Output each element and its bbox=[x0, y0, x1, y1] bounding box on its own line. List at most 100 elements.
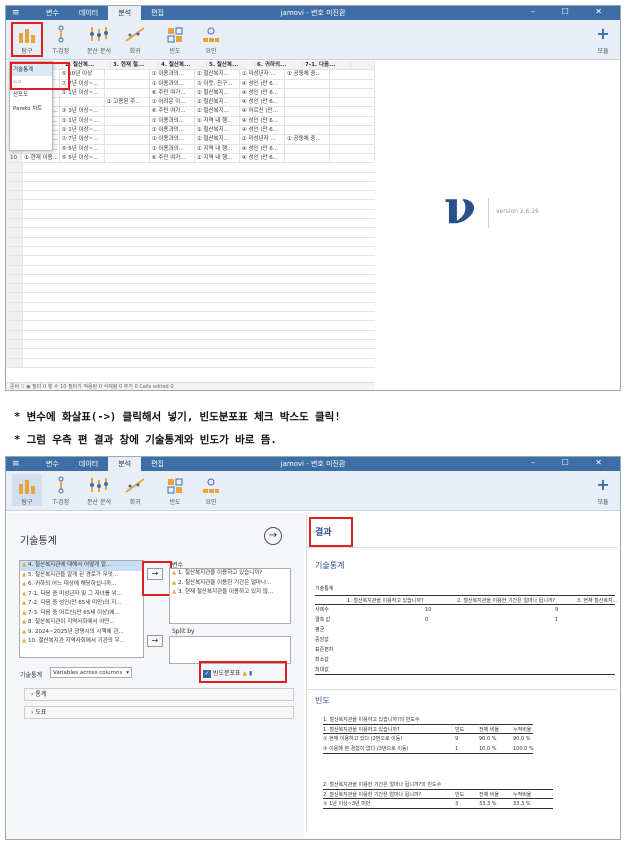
frequencies-button[interactable]: 빈도 bbox=[160, 474, 190, 506]
table-cell[interactable] bbox=[285, 98, 330, 107]
table-cell[interactable] bbox=[105, 126, 150, 135]
empty-row[interactable] bbox=[6, 265, 375, 275]
frequencies-button[interactable]: 빈도 bbox=[160, 23, 190, 55]
empty-row[interactable] bbox=[6, 246, 375, 257]
table-cell[interactable] bbox=[60, 98, 105, 107]
empty-row[interactable] bbox=[6, 358, 375, 368]
table-cell[interactable]: ③ 이웃, 친구... bbox=[195, 79, 240, 88]
empty-row[interactable] bbox=[6, 172, 375, 182]
source-variable-item[interactable]: ▲ 7-3. 다음 중 어르신(만 65세 이상)에... bbox=[20, 609, 143, 619]
source-variable-item[interactable]: ▲ 8. 철산복지관이 지역사회에서 어떤... bbox=[20, 618, 143, 628]
empty-row[interactable] bbox=[6, 256, 375, 266]
table-cell[interactable]: ① 공동체 중... bbox=[285, 70, 330, 79]
table-row[interactable]: 7① 현재 이용...① 1년 이상~...① 이용과의...② 철산복지...… bbox=[6, 126, 375, 136]
table-cell[interactable] bbox=[330, 144, 375, 153]
table-cell[interactable]: ① 이용과의... bbox=[150, 135, 195, 144]
table-cell[interactable]: ② 철산복지... bbox=[195, 70, 240, 79]
column-header[interactable]: 3. 현재 철... bbox=[111, 61, 159, 70]
ttest-button[interactable]: T-검정 bbox=[46, 23, 76, 55]
table-cell[interactable] bbox=[105, 107, 150, 116]
empty-row[interactable] bbox=[6, 181, 375, 192]
explore-button[interactable]: 탐구 bbox=[12, 474, 42, 506]
column-header[interactable]: 7-1. 다음... bbox=[303, 61, 351, 70]
factor-button[interactable]: 요인 bbox=[196, 23, 226, 55]
spreadsheet[interactable]: 2. 철산복... 3. 현재 철... 4. 철산복... 5. 철산복...… bbox=[6, 61, 375, 368]
empty-row[interactable] bbox=[6, 219, 375, 229]
column-header[interactable] bbox=[351, 61, 375, 70]
table-cell[interactable] bbox=[330, 116, 375, 126]
table-cell[interactable]: ① 이용과의... bbox=[150, 79, 195, 88]
column-header[interactable]: 6. 귀하의... bbox=[255, 61, 303, 70]
table-cell[interactable]: ④ 어르신 (만... bbox=[240, 107, 285, 116]
table-cell[interactable] bbox=[105, 135, 150, 144]
table-cell[interactable]: ⑥ 주민 여가... bbox=[150, 88, 195, 98]
target-variable-item[interactable]: ▲ 2. 철산복지관을 이용한 기간은 얼마나... bbox=[170, 579, 290, 589]
modules-button[interactable]: + 모듈 bbox=[588, 474, 618, 506]
empty-row[interactable] bbox=[6, 228, 375, 238]
table-cell[interactable]: ① 지역 내 행... bbox=[195, 153, 240, 163]
table-cell[interactable]: ④ 성인 (만 6... bbox=[240, 79, 285, 88]
target-variable-item[interactable]: ▲ 3. 현재 철산복지관을 이용하고 있지 않... bbox=[170, 588, 290, 598]
table-cell[interactable]: ④ 성인 (만 6... bbox=[240, 153, 285, 163]
table-cell[interactable]: ⑥ 주민 여가... bbox=[150, 107, 195, 116]
statistics-section[interactable]: › 통계 bbox=[24, 688, 294, 701]
table-cell[interactable]: ④ 성인 (만 6... bbox=[240, 126, 285, 135]
table-cell[interactable] bbox=[330, 70, 375, 79]
table-row[interactable]: 3① 1년 이상~...⑥ 주민 여가...② 철산복지...④ 성인 (만 6… bbox=[6, 88, 375, 99]
splitby-list[interactable] bbox=[169, 636, 291, 664]
anova-button[interactable]: 분산 분석 bbox=[84, 474, 114, 506]
table-cell[interactable]: ① 1년 이상~... bbox=[60, 88, 105, 98]
window-controls[interactable]: – ☐ ✕ bbox=[531, 7, 614, 16]
empty-row[interactable] bbox=[6, 339, 375, 350]
anova-button[interactable]: 분산 분석 bbox=[84, 23, 114, 55]
ttest-button[interactable]: T-검정 bbox=[46, 474, 76, 506]
table-row[interactable]: 5① 현재 이용...③ 3년 이상~...⑥ 주민 여가...② 철산복지..… bbox=[6, 107, 375, 117]
empty-row[interactable] bbox=[6, 209, 375, 220]
table-cell[interactable] bbox=[105, 153, 150, 163]
empty-row[interactable] bbox=[6, 274, 375, 285]
table-cell[interactable]: ③ 3년 이상~... bbox=[60, 107, 105, 116]
table-row[interactable]: 4① 고용된 주...① 어려운 이...① 철산복지...④ 성인 (만 6.… bbox=[6, 98, 375, 108]
menu-item-pareto[interactable]: Pareto 차트 bbox=[10, 101, 52, 115]
table-cell[interactable]: ② 철산복지... bbox=[195, 135, 240, 144]
table-cell[interactable] bbox=[330, 126, 375, 135]
table-cell[interactable]: ④ 성인 (만 6... bbox=[240, 116, 285, 126]
table-cell[interactable]: ① 1년 이상~... bbox=[60, 126, 105, 135]
table-cell[interactable]: ④ 성인 (만 6... bbox=[240, 88, 285, 98]
target-variable-item[interactable]: ▲ 1. 철산복지관을 이용하고 있습니까? bbox=[170, 569, 290, 579]
empty-row[interactable] bbox=[6, 293, 375, 303]
source-variable-item[interactable]: ▲ 10. 철산복지관 지역사회에서 기관의 우... bbox=[20, 637, 143, 647]
table-cell[interactable]: ① 이용과의... bbox=[150, 70, 195, 79]
source-variable-item[interactable]: ▲ 5. 철산복지관을 알게 된 경로가 무엇... bbox=[20, 571, 143, 581]
table-cell[interactable]: ① 공동체 중... bbox=[285, 135, 330, 144]
window-controls[interactable]: – ☐ ✕ bbox=[531, 458, 614, 467]
source-variable-item[interactable]: ▲ 7-2. 다음 중 성인(만 65세 미만)의 지... bbox=[20, 599, 143, 609]
table-cell[interactable] bbox=[330, 79, 375, 88]
table-cell[interactable]: ① 이용과의... bbox=[150, 116, 195, 126]
table-cell[interactable]: ① 이용과의... bbox=[150, 144, 195, 153]
table-row[interactable]: 9① 현재 이용...⑤ 5년 이상~...① 이용과의...① 지역 내 행.… bbox=[6, 144, 375, 154]
table-cell[interactable] bbox=[330, 88, 375, 98]
table-cell[interactable]: ① 현재 이용... bbox=[22, 153, 60, 163]
table-cell[interactable] bbox=[285, 116, 330, 126]
table-cell[interactable]: ① 미성년자 ... bbox=[240, 70, 285, 79]
table-cell[interactable]: ① 철산복지... bbox=[195, 98, 240, 107]
empty-row[interactable] bbox=[6, 312, 375, 322]
table-cell[interactable]: ④ 성인 (만 6... bbox=[240, 144, 285, 153]
empty-row[interactable] bbox=[6, 302, 375, 313]
table-cell[interactable] bbox=[285, 107, 330, 116]
table-cell[interactable] bbox=[105, 79, 150, 88]
table-cell[interactable] bbox=[330, 98, 375, 107]
table-cell[interactable]: ④ 성인 (만 6... bbox=[240, 98, 285, 107]
source-variables-list[interactable]: ▲ 4. 철산복지관에 대해서 어떻게 알... ▲ 5. 철산복지관을 알게 된… bbox=[19, 560, 144, 658]
table-cell[interactable]: ⑦ 7년 이상~... bbox=[60, 135, 105, 144]
back-arrow-icon[interactable]: → bbox=[264, 527, 282, 545]
empty-row[interactable] bbox=[6, 191, 375, 201]
table-cell[interactable]: ① 어려운 이... bbox=[150, 98, 195, 107]
table-cell[interactable] bbox=[285, 79, 330, 88]
modules-button[interactable]: + 모듈 bbox=[588, 23, 618, 55]
descriptives-select[interactable]: Variables across columns ▾ bbox=[50, 667, 132, 678]
factor-button[interactable]: 요인 bbox=[196, 474, 226, 506]
table-cell[interactable]: ① 1년 이상~... bbox=[60, 116, 105, 126]
source-variable-item[interactable]: ▲ 7-1. 다음 중 미성년자 및 그 자녀를 위... bbox=[20, 590, 143, 600]
